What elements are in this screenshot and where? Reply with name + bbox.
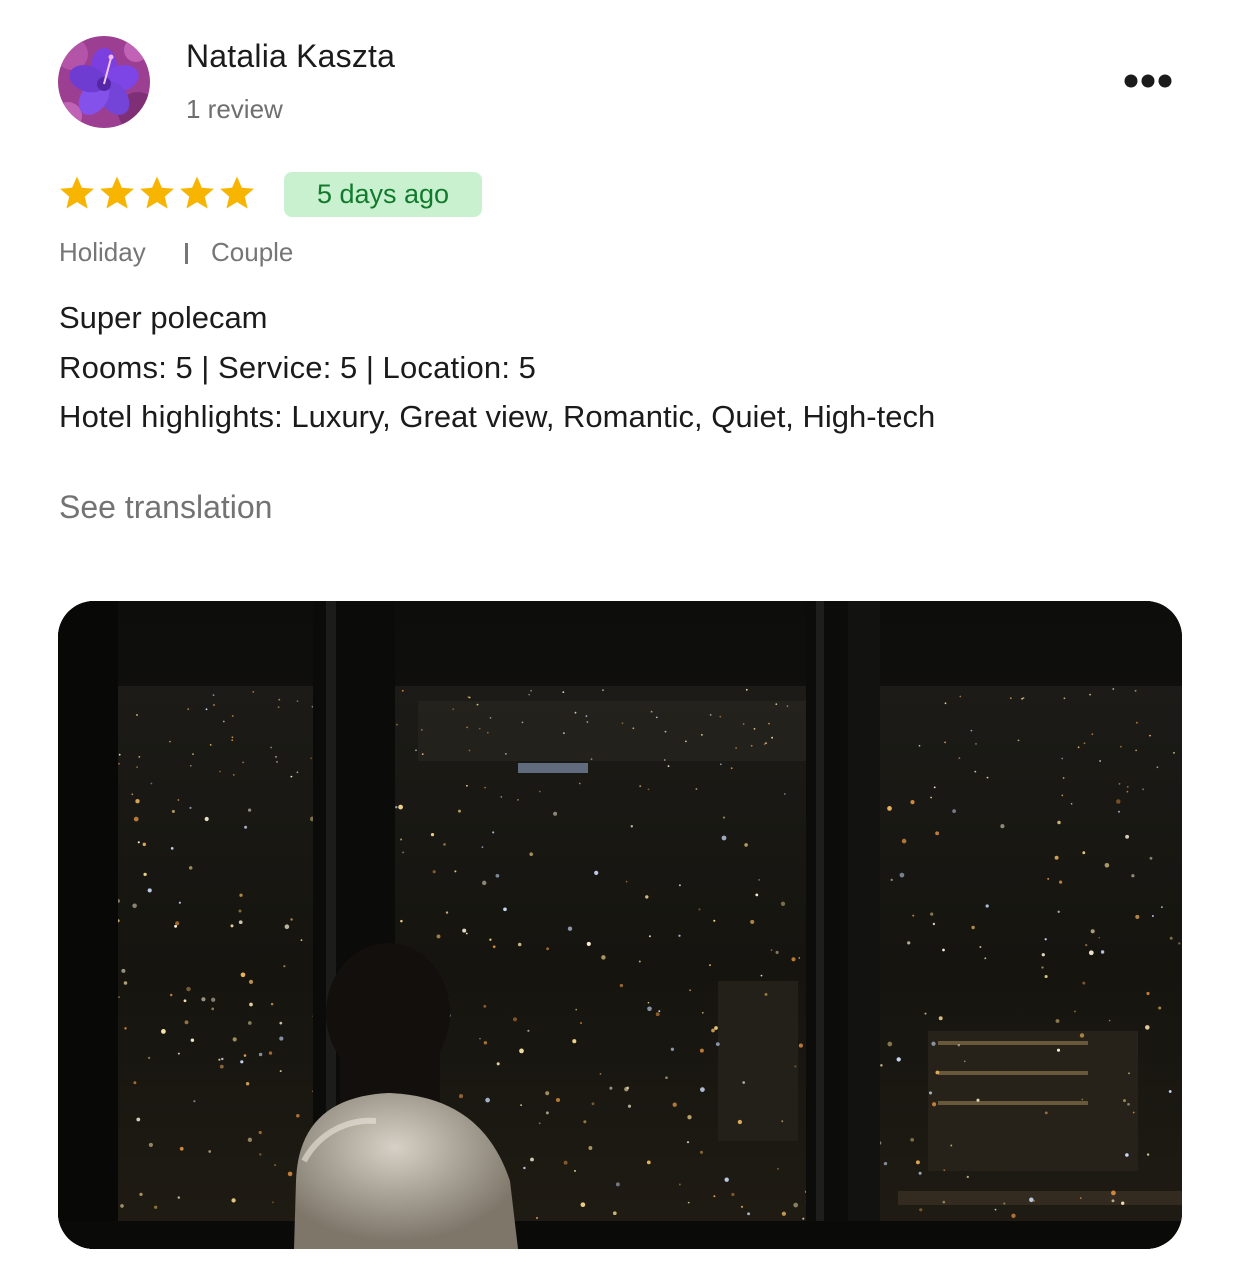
rating-value-location: 5 bbox=[518, 350, 536, 385]
highlights-values: Luxury, Great view, Romantic, Quiet, Hig… bbox=[291, 399, 936, 434]
star-icon bbox=[180, 176, 214, 209]
night-city-view-photo bbox=[58, 601, 1182, 1249]
star-icon bbox=[220, 176, 254, 209]
see-translation-link[interactable]: See translation bbox=[59, 489, 272, 526]
more-horizontal-icon bbox=[1124, 74, 1172, 88]
highlights-label: Hotel highlights bbox=[59, 399, 275, 434]
purple-flower-icon bbox=[58, 36, 150, 128]
hotel-highlights: Hotel highlights: Luxury, Great view, Ro… bbox=[59, 399, 936, 434]
trip-companion: Couple bbox=[211, 237, 294, 267]
review-date-badge: 5 days ago bbox=[284, 172, 482, 217]
more-options-button[interactable] bbox=[1118, 64, 1178, 98]
review-text: Super polecam bbox=[59, 300, 268, 335]
star-rating bbox=[58, 174, 256, 212]
rating-label-location: Location bbox=[382, 350, 502, 385]
reviewer-avatar[interactable] bbox=[58, 36, 150, 128]
star-icon bbox=[60, 176, 94, 209]
rating-label-service: Service bbox=[217, 350, 323, 385]
category-ratings: Rooms: 5 | Service: 5 | Location: 5 bbox=[59, 350, 536, 385]
trip-divider bbox=[185, 243, 188, 264]
rating-label-rooms: Rooms bbox=[59, 350, 159, 385]
review-card: Natalia Kaszta 1 review 5 days ago Holid… bbox=[0, 0, 1240, 1280]
star-icon bbox=[140, 176, 174, 209]
star-icon bbox=[100, 176, 134, 209]
reviewer-name[interactable]: Natalia Kaszta bbox=[186, 38, 395, 75]
trip-type: Holiday bbox=[59, 237, 146, 267]
review-photo[interactable] bbox=[58, 601, 1182, 1249]
rating-value-rooms: 5 bbox=[175, 350, 193, 385]
reviewer-review-count: 1 review bbox=[186, 94, 283, 124]
rating-value-service: 5 bbox=[339, 350, 358, 385]
